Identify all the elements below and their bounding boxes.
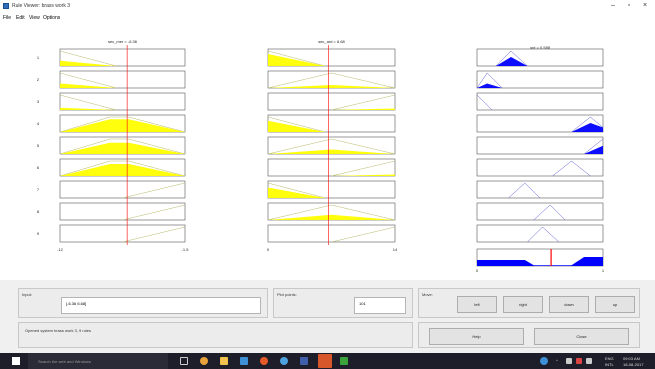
menu-file[interactable]: File — [3, 15, 11, 21]
status-panel: Opened system brass work 3, 9 rules — [18, 322, 413, 348]
plot-points-panel: Plot points: 101 — [273, 288, 413, 318]
rule-5-output-box — [476, 136, 604, 155]
rule-8-output-box — [476, 202, 604, 221]
language-indicator[interactable]: ENG — [605, 356, 614, 361]
status-text: Opened system brass work 3, 9 rules — [25, 328, 92, 333]
maximize-button[interactable]: ▫ — [624, 2, 634, 10]
rule-viewer-window: Rule Viewer: brass work 3 – ▫ × File Edi… — [0, 0, 655, 353]
windows-taskbar: Search the web and Windows ^ ENG INTL 09… — [0, 353, 655, 369]
move-label: Move: — [422, 292, 433, 297]
move-right-button[interactable]: right — [503, 296, 543, 313]
move-left-button[interactable]: left — [457, 296, 497, 313]
rule-2-output-box — [476, 70, 604, 89]
close-button[interactable]: Close — [534, 328, 629, 345]
rule-number-6: 6 — [37, 165, 40, 170]
rule-number-5: 5 — [37, 143, 40, 148]
matlab-app-icon — [3, 3, 9, 9]
rule-1-output-box — [476, 48, 604, 67]
menu-view[interactable]: View — [29, 15, 40, 21]
rule-3-output-box — [476, 92, 604, 111]
input-panel: Input: [-6.36 6.68] — [18, 288, 268, 318]
windows-start-icon[interactable] — [12, 357, 20, 365]
clock-date: 18-08-2017 — [623, 362, 644, 367]
rule-number-7: 7 — [37, 187, 40, 192]
close-window-button[interactable]: × — [640, 2, 650, 10]
media-icon[interactable] — [260, 357, 268, 365]
title-bar: Rule Viewer: brass work 3 – ▫ × — [0, 0, 655, 13]
output-min-tick: 0 — [476, 268, 479, 273]
tray-chevron-icon[interactable]: ^ — [556, 358, 558, 363]
help-tray-icon[interactable] — [540, 357, 548, 365]
file-explorer-icon[interactable] — [220, 357, 228, 365]
rule-9-output-box — [476, 224, 604, 243]
region-indicator: INTL — [605, 362, 614, 367]
task-view-icon[interactable] — [180, 357, 188, 365]
rule-9-input1-box — [59, 224, 186, 243]
input1-min-tick: -12 — [57, 247, 64, 252]
rule-number-2: 2 — [37, 77, 40, 82]
input1-title: sec_mer = -6.36 — [108, 39, 138, 44]
rule-number-9: 9 — [37, 231, 40, 236]
help-button[interactable]: Help — [429, 328, 524, 345]
plot-points-label: Plot points: — [277, 292, 297, 297]
minimize-button[interactable]: – — [608, 2, 618, 10]
menu-options[interactable]: Options — [43, 15, 60, 21]
rule-6-output-box — [476, 158, 604, 177]
window-title: Rule Viewer: brass work 3 — [12, 3, 70, 9]
rule-plots-svg[interactable]: sec_mer = -6.36 sec_ard = 6.68opt = 0.588… — [0, 23, 655, 280]
input-vector-field[interactable]: [-6.36 6.68] — [61, 297, 261, 314]
plot-points-field[interactable]: 101 — [354, 297, 406, 314]
move-down-button[interactable]: down — [549, 296, 589, 313]
taskbar-search-box[interactable]: Search the web and Windows — [28, 353, 168, 369]
rule-7-output-box — [476, 180, 604, 199]
move-up-button[interactable]: up — [595, 296, 635, 313]
network-icon[interactable] — [566, 358, 572, 364]
rule-number-8: 8 — [37, 209, 40, 214]
settings-icon[interactable] — [280, 357, 288, 365]
input2-min-tick: 0 — [267, 247, 270, 252]
rule-8-input1-box — [59, 202, 186, 221]
rule-6-input2-box — [267, 158, 396, 177]
clock-time[interactable]: 09:03 AM — [623, 356, 640, 361]
menu-edit[interactable]: Edit — [16, 15, 25, 21]
app-icon-green[interactable] — [340, 357, 348, 365]
app-icon-blue[interactable] — [300, 357, 308, 365]
battery-icon[interactable] — [576, 358, 582, 364]
actions-panel: Help Close — [418, 322, 640, 348]
rule-number-3: 3 — [37, 99, 40, 104]
rule-plot-area: sec_mer = -6.36 sec_ard = 6.68 opt = 0.588… — [0, 23, 655, 280]
store-icon[interactable] — [240, 357, 248, 365]
rule-number-4: 4 — [37, 121, 40, 126]
input1-max-tick: -1.5 — [182, 247, 190, 252]
input2-max-tick: 14 — [393, 247, 398, 252]
matlab-taskbar-icon[interactable] — [318, 354, 332, 368]
volume-icon[interactable] — [586, 358, 592, 364]
input2-title: sec_ard = 6.68 — [318, 39, 345, 44]
rule-3-input1-box — [59, 92, 186, 111]
rule-number-1: 1 — [37, 55, 40, 60]
rule-7-input1-box — [59, 180, 186, 199]
move-panel: Move: left right down up — [418, 288, 640, 318]
taskbar-search-placeholder: Search the web and Windows — [38, 359, 91, 364]
rule-9-input2-box — [267, 224, 396, 243]
input-label: Input: — [22, 292, 33, 297]
chrome-icon[interactable] — [200, 357, 208, 365]
rule-3-input2-box — [267, 92, 396, 111]
output-max-tick: 1 — [602, 268, 605, 273]
menu-bar: File Edit View Options — [0, 13, 655, 23]
